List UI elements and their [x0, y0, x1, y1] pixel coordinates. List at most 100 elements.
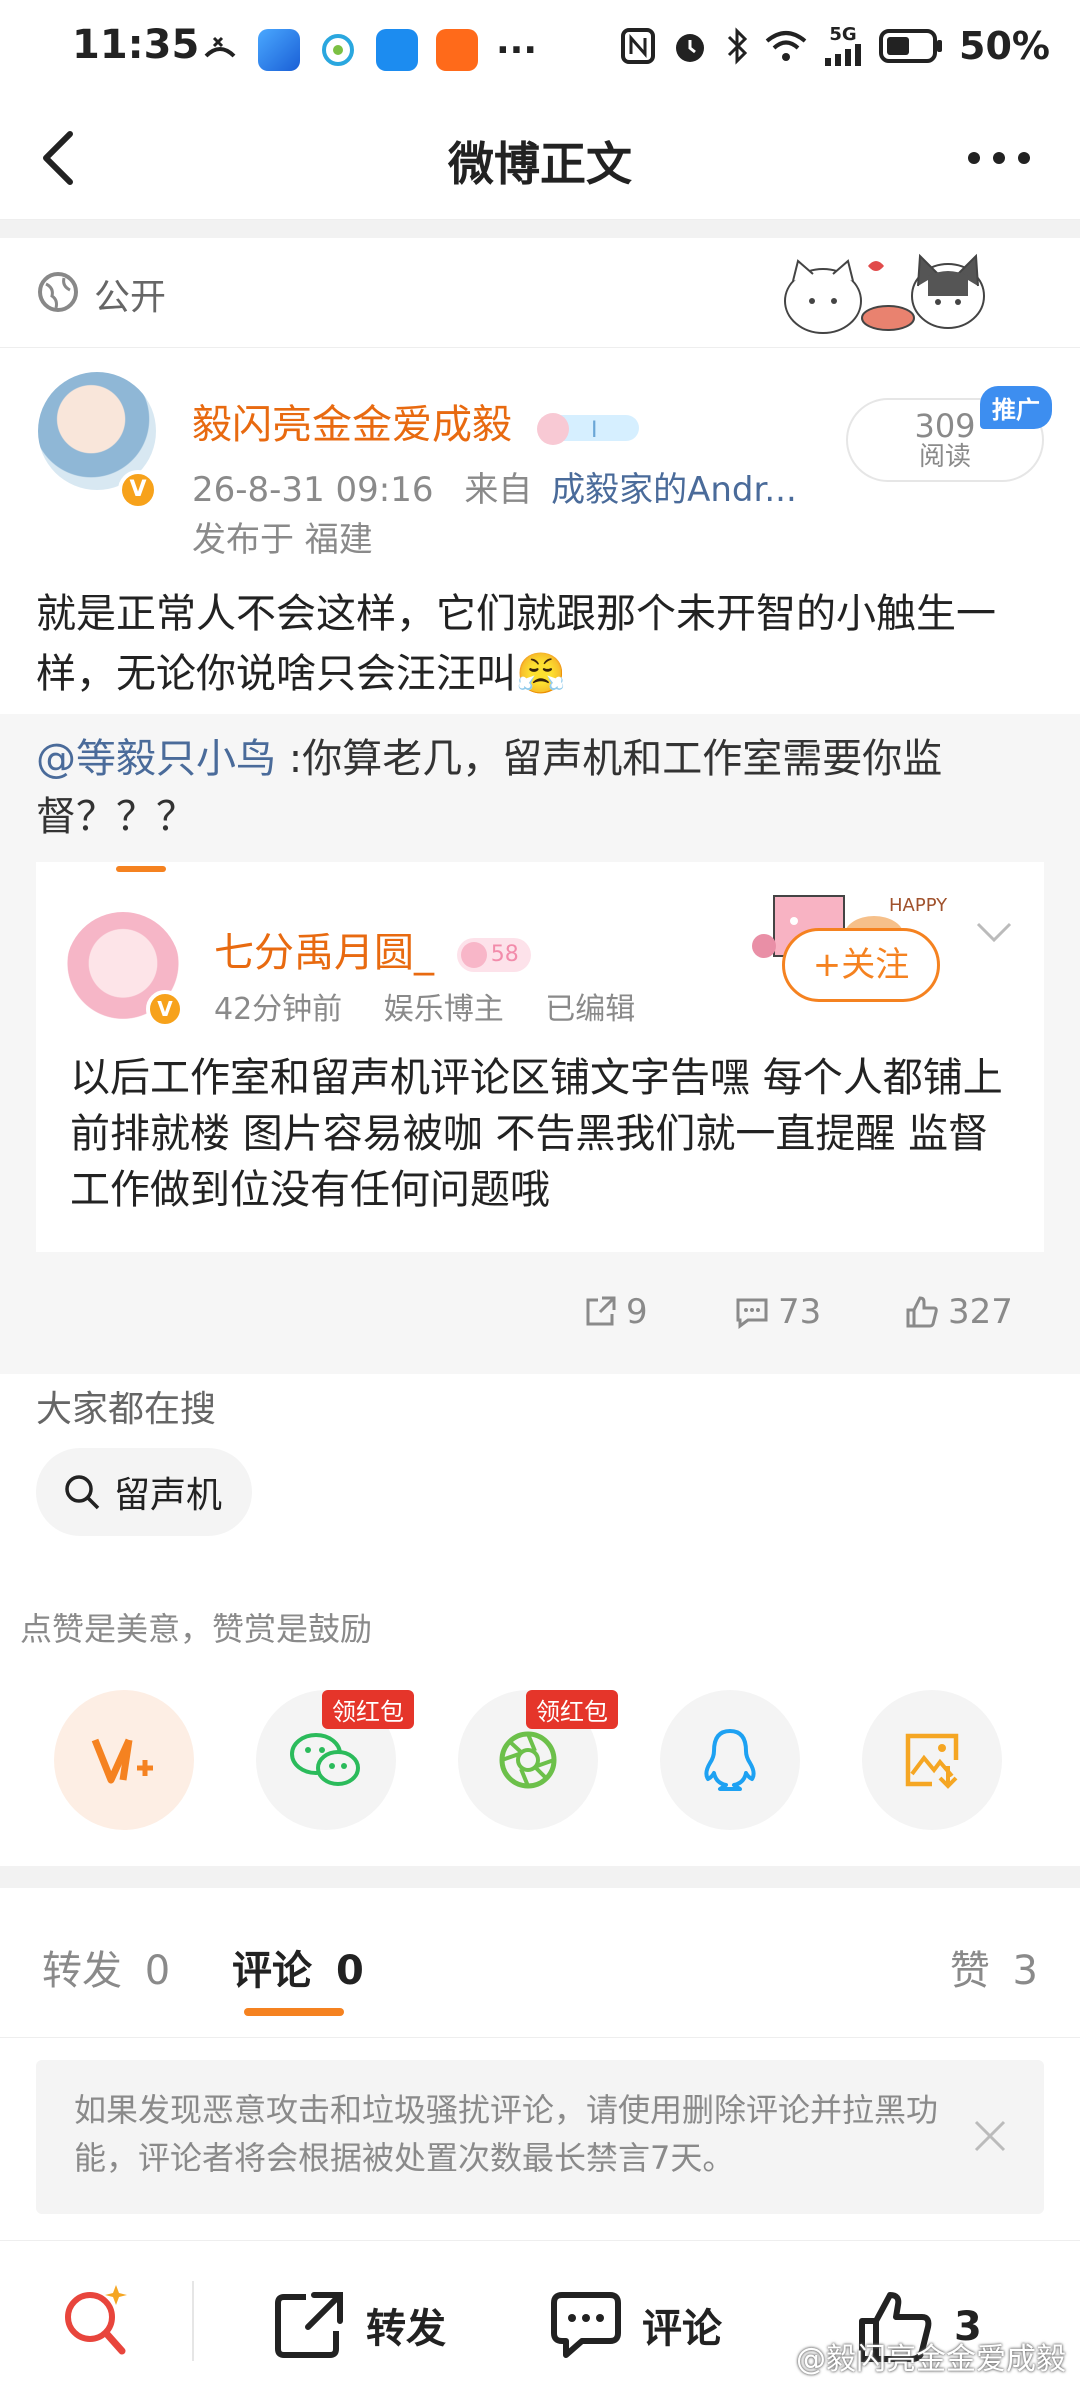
globe-icon	[38, 272, 78, 312]
tab-comments[interactable]: 评论 0	[232, 1938, 364, 1996]
notification-icons: ···	[200, 28, 537, 72]
battery-percent: 50%	[959, 24, 1050, 68]
tab-comments-count: 0	[335, 1948, 364, 1994]
original-meta: 42分钟前 娱乐博主 已编辑	[214, 984, 635, 1028]
status-bar: 11:35 ··· 5G 50%	[0, 0, 1080, 100]
visibility-row: 公开	[0, 238, 1080, 348]
qq-app-icon	[376, 29, 418, 71]
post-body: 就是正常人不会这样，它们就跟那个未开智的小触生一样，无论你说啥只会汪汪叫😤	[36, 591, 996, 697]
author-name-text: 毅闪亮金金爱成毅	[192, 402, 512, 448]
reward-button[interactable]	[54, 1690, 194, 1830]
missed-call-icon	[204, 36, 236, 58]
system-status: 5G 50%	[621, 24, 1050, 68]
save-image-icon	[905, 1733, 959, 1789]
red-packet-badge-2: 领红包	[526, 1690, 618, 1729]
post-timestamp: 26-8-31 09:16	[192, 470, 434, 510]
repost-action[interactable]: 9	[582, 1292, 648, 1332]
level-badge-icon	[460, 942, 487, 968]
trending-search-chip[interactable]: 留声机	[36, 1448, 253, 1536]
original-level: 58	[490, 942, 519, 967]
mention-link[interactable]: @等毅只小鸟	[36, 736, 276, 782]
tab-comments-label: 评论	[232, 1948, 312, 1994]
share-icon	[586, 1296, 616, 1326]
post-meta: 26-8-31 09:16 来自 成毅家的Andr...	[192, 462, 797, 511]
comment-notice-banner: 如果发现恶意攻击和垃圾骚扰评论，请使用删除评论并拉黑功能，评论者将会根据被处置次…	[36, 2060, 1044, 2214]
active-tab-underline	[244, 2008, 344, 2016]
repost-text: @等毅只小鸟 :你算老几，留声机和工作室需要你监督？？？	[36, 730, 1046, 846]
china-mobile-icon	[322, 34, 354, 66]
alarm-icon	[676, 34, 705, 62]
original-author-name[interactable]: 七分禹月圆_ 58	[214, 920, 531, 978]
svg-text:HAPPY: HAPPY	[889, 895, 948, 916]
original-role: 娱乐博主	[383, 992, 504, 1027]
moments-aperture-icon	[499, 1731, 557, 1789]
repost-count: 9	[626, 1292, 648, 1332]
red-packet-badge: 领红包	[322, 1690, 414, 1729]
verified-badge-icon: V	[118, 470, 158, 510]
more-options-icon[interactable]	[964, 146, 1034, 170]
qq-penguin-icon	[704, 1729, 756, 1791]
comment-bubble-icon	[551, 2292, 621, 2358]
section-divider-2	[0, 1866, 1080, 1888]
close-icon[interactable]	[972, 2118, 1008, 2154]
bottom-comment-button[interactable]: 评论	[548, 2289, 722, 2361]
weibo-watermark: @毅闪亮金金爱成毅	[796, 2342, 1066, 2377]
search-icon	[65, 1475, 100, 1510]
notice-text: 如果发现恶意攻击和垃圾骚扰评论，请使用删除评论并拉黑功能，评论者将会根据被处置次…	[74, 2091, 939, 2177]
bottom-divider	[192, 2281, 194, 2361]
trending-title: 大家都在搜	[36, 1389, 217, 1430]
reward-tip: 点赞是美意，赞赏是鼓励	[20, 1610, 373, 1648]
svg-text:I: I	[591, 418, 598, 443]
comment-action[interactable]: 73	[734, 1292, 821, 1332]
original-edited: 已编辑	[545, 992, 636, 1027]
original-verified-badge-icon: V	[146, 990, 184, 1028]
bottom-repost-button[interactable]: 转发	[272, 2289, 446, 2361]
browser-app-icon	[258, 29, 300, 71]
expand-chevron-icon[interactable]	[974, 920, 1014, 944]
taobao-1688-app-icon	[436, 29, 478, 71]
comment-icon	[736, 1298, 768, 1329]
wechat-icon	[290, 1733, 360, 1786]
status-time: 11:35	[72, 22, 200, 68]
tab-likes[interactable]: 赞 3	[950, 1938, 1038, 1996]
save-image-button[interactable]	[862, 1690, 1002, 1830]
original-time: 42分钟前	[214, 992, 343, 1027]
promoted-tag: 推广	[980, 386, 1052, 429]
follow-button[interactable]: +关注	[782, 928, 940, 1002]
like-action[interactable]: 327	[904, 1292, 1013, 1332]
original-author-name-text: 七分禹月圆_	[214, 930, 434, 976]
more-notifications-icon: ···	[496, 29, 538, 71]
tab-likes-label: 赞	[949, 1948, 990, 1994]
tab-reposts[interactable]: 转发 0	[42, 1938, 170, 1996]
tab-likes-count: 3	[1012, 1948, 1038, 1994]
interaction-tabs: 转发 0 评论 0 赞 3	[0, 1888, 1080, 2038]
source-prefix: 来自	[464, 470, 533, 510]
bottom-comment-label: 评论	[642, 2306, 722, 2352]
read-label: 阅读	[918, 442, 971, 472]
tab-reposts-count: 0	[144, 1948, 171, 1994]
bottom-repost-label: 转发	[366, 2306, 446, 2352]
nfc-icon	[621, 28, 656, 64]
post-source-link[interactable]: 成毅家的Andr...	[551, 470, 797, 510]
super-search-icon[interactable]	[56, 2277, 136, 2361]
cellular-signal-icon: 5G	[823, 26, 863, 66]
trending-search-term: 留声机	[114, 1475, 223, 1516]
visibility-label: 公开	[94, 277, 167, 318]
reward-v-icon	[91, 1738, 153, 1784]
card-indicator	[116, 866, 166, 872]
like-count: 327	[948, 1292, 1013, 1332]
share-qq-button[interactable]	[660, 1690, 800, 1830]
author-name[interactable]: 毅闪亮金金爱成毅 I	[192, 392, 645, 450]
repost-icon	[275, 2292, 343, 2358]
top-navigation-bar: 微博正文	[0, 100, 1080, 220]
page-title: 微博正文	[448, 137, 632, 191]
wifi-icon	[765, 31, 807, 61]
post-location: 发布于 福建	[192, 520, 373, 560]
battery-icon	[879, 29, 943, 63]
network-type: 5G	[829, 24, 857, 45]
section-divider	[0, 220, 1080, 238]
member-level-badge-icon: I	[536, 413, 639, 445]
comment-count: 73	[778, 1292, 822, 1332]
cat-dog-decoration-icon	[784, 253, 985, 334]
thumbs-up-icon	[906, 1296, 938, 1328]
